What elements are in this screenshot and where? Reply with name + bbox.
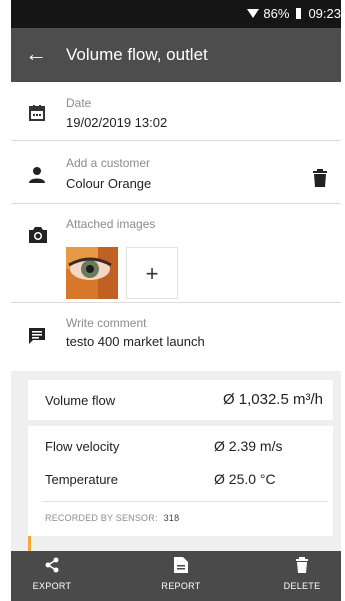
divider	[42, 501, 328, 502]
document-icon	[174, 557, 188, 573]
battery-icon	[296, 8, 302, 19]
results-section: Volume flow Ø 1,032.5 m³/h Flow velocity…	[11, 371, 341, 551]
customer-label: Add a customer	[66, 156, 151, 170]
left-edge	[0, 0, 11, 601]
back-arrow-icon[interactable]: ←	[25, 40, 47, 68]
date-label: Date	[66, 96, 92, 110]
temperature-label: Temperature	[45, 472, 118, 487]
report-label: REPORT	[161, 581, 201, 591]
delete-icon	[296, 557, 308, 573]
add-image-button[interactable]: +	[126, 247, 178, 299]
delete-button[interactable]: DELETE	[262, 557, 341, 591]
status-indicators: 86% 09:23	[247, 6, 341, 21]
volume-flow-label: Volume flow	[45, 393, 116, 408]
wifi-icon	[247, 9, 260, 18]
person-icon	[29, 167, 45, 183]
trash-icon[interactable]	[313, 169, 327, 187]
app-bar: ← Volume flow, outlet	[11, 28, 341, 82]
sensor-readings-card: Flow velocity Ø 2.39 m/s Temperature Ø 2…	[28, 426, 333, 536]
volume-flow-value: Ø 1,032.5 m³/h	[222, 391, 323, 408]
report-button[interactable]: REPORT	[141, 557, 221, 591]
recorded-by-label: RECORDED BY SENSOR:	[45, 513, 158, 523]
comment-icon	[29, 328, 45, 344]
date-value: 19/02/2019 13:02	[66, 115, 168, 130]
comment-label: Write comment	[66, 316, 147, 330]
clock: 09:23	[308, 6, 341, 21]
comment-value: testo 400 market launch	[66, 334, 205, 349]
flow-velocity-label: Flow velocity	[45, 439, 120, 454]
attached-images-label: Attached images	[66, 217, 156, 231]
share-icon	[45, 557, 59, 573]
camera-icon	[29, 227, 47, 243]
date-row[interactable]: Date 19/02/2019 13:02	[11, 82, 341, 141]
export-label: EXPORT	[32, 581, 72, 591]
customer-row[interactable]: Add a customer Colour Orange	[11, 141, 341, 204]
attached-images-row: Attached images +	[11, 204, 341, 303]
delete-label: DELETE	[283, 581, 321, 591]
app-screen: 86% 09:23 ← Volume flow, outlet Date 19/…	[11, 0, 341, 601]
customer-value: Colour Orange	[66, 176, 152, 191]
sensor-id: 318	[163, 513, 180, 523]
image-thumbnail[interactable]	[66, 247, 118, 299]
comment-row[interactable]: Write comment testo 400 market launch	[11, 303, 341, 371]
volume-flow-card: Volume flow Ø 1,032.5 m³/h	[28, 380, 333, 420]
recorded-by-sensor: RECORDED BY SENSOR: 318	[45, 513, 179, 523]
page-title: Volume flow, outlet	[66, 45, 208, 64]
right-edge	[341, 0, 345, 601]
calendar-icon	[29, 105, 45, 121]
status-bar: 86% 09:23	[11, 0, 341, 28]
flow-velocity-value: Ø 2.39 m/s	[214, 438, 283, 454]
device-frame: 86% 09:23 ← Volume flow, outlet Date 19/…	[0, 0, 345, 601]
export-button[interactable]: EXPORT	[12, 557, 92, 591]
bottom-action-bar: EXPORT REPORT DELETE	[11, 551, 341, 601]
battery-percent: 86%	[263, 6, 290, 21]
temperature-value: Ø 25.0 °C	[214, 471, 276, 487]
